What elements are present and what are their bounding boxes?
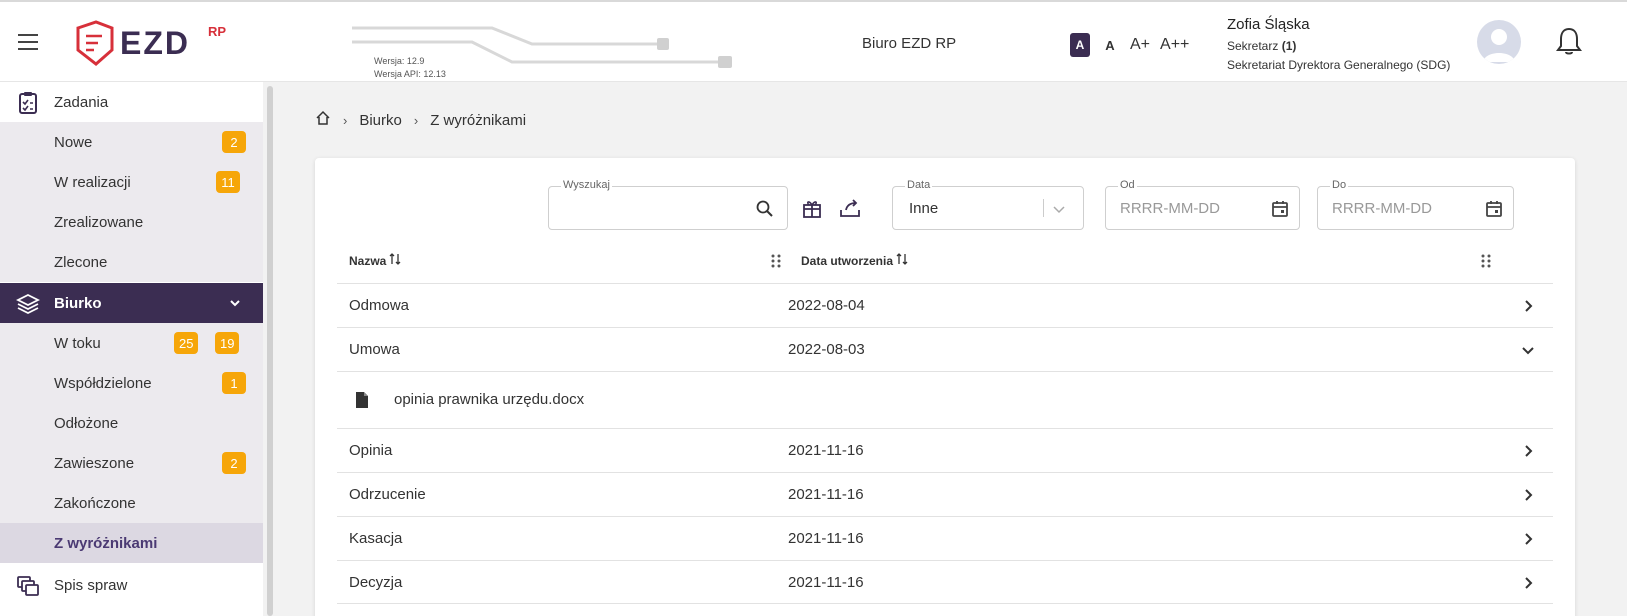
column-drag-handle-icon[interactable] [771, 253, 781, 269]
column-drag-handle-icon[interactable] [1481, 253, 1491, 269]
export-icon[interactable] [838, 196, 862, 220]
date-from-label: Od [1118, 179, 1137, 191]
sidebar-item-w-toku[interactable]: W toku 25 19 [0, 323, 263, 363]
user-info[interactable]: Zofia Śląska Sekretarz (1) Sekretariat D… [1227, 16, 1450, 72]
version-label: Wersja: 12.9 [374, 56, 425, 66]
search-icon[interactable] [755, 199, 775, 219]
count-badge: 1 [222, 372, 246, 394]
date-to-placeholder: RRRR-MM-DD [1332, 200, 1432, 217]
chevron-right-icon[interactable] [1521, 488, 1535, 502]
table-row[interactable]: Odrzucenie 2021-11-16 [337, 472, 1553, 516]
avatar[interactable] [1477, 20, 1521, 64]
date-from-placeholder: RRRR-MM-DD [1120, 200, 1220, 217]
count-badge: 2 [222, 131, 246, 153]
sidebar-item-zadania[interactable]: Zadania [0, 82, 263, 122]
user-role: Sekretarz (1) [1227, 39, 1297, 53]
chevron-down-icon [1051, 201, 1071, 221]
svg-text:EZD: EZD [120, 25, 190, 61]
count-badge-secondary: 19 [215, 332, 240, 354]
sort-icon[interactable] [389, 252, 401, 269]
home-icon[interactable] [315, 110, 331, 130]
date-select-value: Inne [909, 200, 939, 217]
chevron-right-icon[interactable] [1521, 532, 1535, 546]
sidebar-item-zrealizowane[interactable]: Zrealizowane [0, 202, 263, 242]
date-to-label: Do [1330, 179, 1349, 191]
sidebar-item-zakonczone[interactable]: Zakończone [0, 483, 263, 523]
bell-icon[interactable] [1556, 26, 1582, 56]
sidebar-item-nowe[interactable]: Nowe 2 [0, 122, 263, 162]
font-size-normal-button[interactable]: A [1100, 33, 1120, 57]
content-card: Wyszukaj Data Inne Od RRRR-MM-DD Do RRRR… [315, 158, 1575, 616]
breadcrumb-item-biurko[interactable]: Biurko [359, 112, 402, 129]
api-version-label: Wersja API: 12.13 [374, 69, 446, 79]
breadcrumb-separator: › [343, 112, 348, 128]
date-select[interactable]: Data Inne [892, 179, 1084, 230]
sidebar-item-zawieszone[interactable]: Zawieszone 2 [0, 443, 263, 483]
version-info: Wersja: 12.9 Wersja API: 12.13 [352, 24, 752, 84]
count-badge: 25 [174, 332, 199, 354]
menu-icon[interactable] [18, 34, 38, 50]
chevron-right-icon[interactable] [1521, 576, 1535, 590]
chevron-right-icon[interactable] [1521, 299, 1535, 313]
sidebar-scrollbar[interactable] [267, 86, 273, 616]
user-name: Zofia Śląska [1227, 16, 1310, 33]
sort-icon[interactable] [896, 252, 908, 269]
calendar-icon[interactable] [1270, 199, 1290, 219]
sidebar-item-spis-spraw[interactable]: Spis spraw [0, 565, 263, 605]
table-row[interactable]: Kasacja 2021-11-16 [337, 516, 1553, 560]
sidebar-item-zlecone[interactable]: Zlecone [0, 242, 263, 282]
sidebar-item-wspoldzielone[interactable]: Współdzielone 1 [0, 363, 263, 403]
sidebar-item-odlozone[interactable]: Odłożone [0, 403, 263, 443]
column-header-date[interactable]: Data utworzenia [801, 252, 908, 269]
sidebar-item-z-wyroznikami[interactable]: Z wyróżnikami [0, 523, 263, 563]
search-input[interactable]: Wyszukaj [548, 179, 788, 230]
font-size-contrast-button[interactable]: A [1070, 33, 1090, 57]
table-row-expanded[interactable]: Umowa 2022-08-03 [337, 327, 1553, 371]
chevron-right-icon[interactable] [1521, 444, 1535, 458]
search-label: Wyszukaj [561, 179, 612, 191]
count-badge: 11 [216, 171, 240, 193]
user-department: Sekretariat Dyrektora Generalnego (SDG) [1227, 58, 1451, 72]
table-row[interactable]: Opinia 2021-11-16 [337, 428, 1553, 472]
chevron-down-icon [229, 296, 241, 308]
folders-icon [16, 574, 40, 598]
date-to-field[interactable]: Do RRRR-MM-DD [1317, 179, 1514, 230]
top-header: EZD RP Wersja: 12.9 Wersja API: 12.13 Bi… [0, 0, 1627, 82]
font-size-controls: A A A+ A++ [1070, 33, 1189, 57]
count-badge: 2 [222, 452, 246, 474]
table-row[interactable]: Decyzja 2021-11-16 [337, 560, 1553, 604]
layers-icon [15, 292, 41, 316]
font-size-large-button[interactable]: A+ [1130, 33, 1150, 57]
clipboard-icon [16, 91, 40, 115]
svg-text:RP: RP [208, 24, 226, 39]
breadcrumb-item-current: Z wyróżnikami [430, 111, 527, 129]
column-header-name[interactable]: Nazwa [349, 252, 401, 269]
file-icon [355, 391, 369, 409]
sidebar: Zadania Nowe 2 W realizacji 11 Zrealizow… [0, 82, 263, 616]
sidebar-item-biurko[interactable]: Biurko [0, 283, 263, 323]
date-from-field[interactable]: Od RRRR-MM-DD [1105, 179, 1300, 230]
gift-distinction-icon[interactable] [800, 196, 824, 220]
breadcrumb-separator: › [413, 112, 419, 128]
office-name: Biuro EZD RP [862, 35, 957, 52]
calendar-icon[interactable] [1484, 199, 1504, 219]
breadcrumb: › Biurko › Z wyróżnikami [315, 110, 526, 130]
logo[interactable]: EZD RP [74, 20, 244, 66]
font-size-xlarge-button[interactable]: A++ [1160, 33, 1189, 57]
table-row[interactable]: Odmowa 2022-08-04 [337, 283, 1553, 327]
date-label: Data [905, 179, 933, 191]
file-row[interactable]: opinia prawnika urzędu.docx [337, 371, 1553, 428]
sidebar-item-w-realizacji[interactable]: W realizacji 11 [0, 162, 263, 202]
chevron-down-icon[interactable] [1521, 343, 1535, 357]
